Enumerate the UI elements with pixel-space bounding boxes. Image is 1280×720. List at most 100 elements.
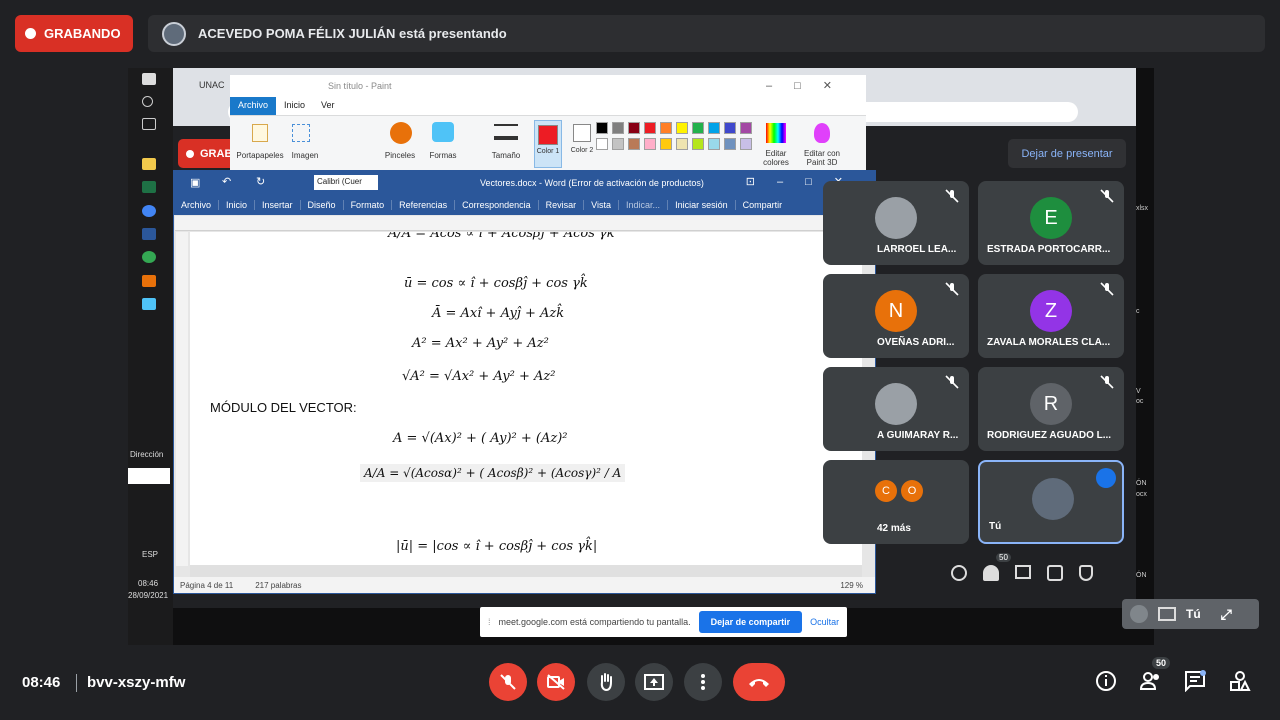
shapes-group[interactable]: Formas <box>424 151 462 160</box>
paint-tab-ver[interactable]: Ver <box>313 97 343 115</box>
inner-chat-icon[interactable] <box>1015 565 1031 579</box>
present-button[interactable] <box>635 663 673 701</box>
inner-people-icon[interactable] <box>983 565 999 581</box>
clipboard-group[interactable]: Portapapeles <box>232 151 288 160</box>
recording-dot-icon <box>25 28 36 39</box>
menu-referencias[interactable]: Referencias <box>392 200 456 210</box>
palette-swatch[interactable] <box>740 138 752 150</box>
meeting-details-button[interactable] <box>1095 670 1119 694</box>
menu-inicio[interactable]: Inicio <box>219 200 256 210</box>
participant-tile[interactable]: LARROEL LEA... <box>823 181 969 265</box>
menu-diseno[interactable]: Diseño <box>301 200 344 210</box>
palette-swatch[interactable] <box>612 138 624 150</box>
participant-tile[interactable]: O C 42 más <box>823 460 969 544</box>
task-view-icon[interactable] <box>142 118 156 130</box>
document-page[interactable]: Ā/A = Acos ∝ î + Acosβĵ + Acos γk̂ ū = c… <box>190 232 862 566</box>
window-controls[interactable]: –□✕ <box>766 79 854 92</box>
windows-start-icon[interactable] <box>142 73 156 85</box>
palette-swatch[interactable] <box>724 138 736 150</box>
participant-tile[interactable]: E ESTRADA PORTOCARR... <box>978 181 1124 265</box>
paint3d-button[interactable]: Editar con Paint 3D <box>796 149 848 167</box>
mic-off-button[interactable] <box>489 663 527 701</box>
activities-button[interactable] <box>1229 670 1253 694</box>
palette-swatch[interactable] <box>676 122 688 134</box>
participant-tile[interactable]: R RODRIGUEZ AGUADO L... <box>978 367 1124 451</box>
palette-swatch[interactable] <box>644 138 656 150</box>
menu-correspondencia[interactable]: Correspondencia <box>455 200 539 210</box>
inner-safety-icon[interactable] <box>1079 565 1093 581</box>
palette-swatch[interactable] <box>676 138 688 150</box>
palette-swatch[interactable] <box>740 122 752 134</box>
zoom-level[interactable]: 129 % <box>840 581 863 590</box>
paint-tab-inicio[interactable]: Inicio <box>276 97 313 115</box>
menu-archivo[interactable]: Archivo <box>174 200 220 210</box>
paint-tab-archivo[interactable]: Archivo <box>230 97 277 115</box>
self-cam-off-icon[interactable] <box>1158 607 1176 621</box>
participant-tile[interactable]: A GUIMARAY R... <box>823 367 969 451</box>
muted-mic-icon <box>1100 282 1114 296</box>
redo-icon[interactable]: ↻ <box>256 175 265 188</box>
menu-formato[interactable]: Formato <box>344 200 393 210</box>
color2-button[interactable]: Color 2 <box>568 120 596 168</box>
font-name-box[interactable]: Calibri (Cuer <box>314 175 378 190</box>
horizontal-scrollbar[interactable] <box>190 565 862 577</box>
inner-activities-icon[interactable] <box>1047 565 1063 581</box>
palette-swatch[interactable] <box>692 138 704 150</box>
hide-popup-button[interactable]: Ocultar <box>810 617 839 627</box>
menu-tell-me[interactable]: Indicar... <box>619 200 669 210</box>
paint-ribbon: Portapapeles Imagen Pinceles Formas Tama… <box>230 115 866 171</box>
people-button[interactable] <box>1139 670 1163 694</box>
recording-label: GRABANDO <box>44 26 121 41</box>
participant-tile[interactable]: Z ZAVALA MORALES CLA... <box>978 274 1124 358</box>
palette-swatch[interactable] <box>644 122 656 134</box>
chrome-profile-icon[interactable] <box>142 251 156 263</box>
palette-swatch[interactable] <box>612 122 624 134</box>
save-icon[interactable]: ▣ <box>190 176 200 189</box>
word-titlebar: ▣ ↶ ↻ Calibri (Cuer Vectores.docx - Word… <box>174 171 875 195</box>
image-group[interactable]: Imagen <box>288 151 322 160</box>
lang-indicator[interactable]: ESP <box>142 550 158 559</box>
chrome-tab-title[interactable]: UNAC <box>199 80 225 90</box>
palette-swatch[interactable] <box>596 138 608 150</box>
edit-colors-button[interactable]: Editar colores <box>760 149 792 167</box>
palette-swatch[interactable] <box>724 122 736 134</box>
participant-avatar: N <box>875 290 917 332</box>
menu-share-button[interactable]: Compartir <box>736 200 790 210</box>
chat-button[interactable] <box>1184 670 1208 694</box>
palette-swatch[interactable] <box>708 138 720 150</box>
app-icon[interactable] <box>142 298 156 310</box>
brushes-group[interactable]: Pinceles <box>380 151 420 160</box>
palette-swatch[interactable] <box>660 138 672 150</box>
palette-swatch[interactable] <box>596 122 608 134</box>
self-mic-off-icon[interactable] <box>1130 605 1148 623</box>
size-group[interactable]: Tamaño <box>486 151 526 160</box>
undo-icon[interactable]: ↶ <box>222 175 231 188</box>
inner-stop-presenting-button[interactable]: Dejar de presentar <box>1008 139 1126 168</box>
expand-icon[interactable]: ⤢ <box>1221 606 1232 623</box>
palette-swatch[interactable] <box>692 122 704 134</box>
word-icon[interactable] <box>142 228 156 240</box>
palette-swatch[interactable] <box>708 122 720 134</box>
menu-sign-in[interactable]: Iniciar sesión <box>668 200 736 210</box>
direction-input[interactable] <box>128 468 170 484</box>
chrome-icon[interactable] <box>142 205 156 217</box>
excel-icon[interactable] <box>142 181 156 193</box>
color1-button[interactable]: Color 1 <box>534 120 562 168</box>
palette-swatch[interactable] <box>660 122 672 134</box>
leave-call-button[interactable] <box>733 663 785 701</box>
participant-tile[interactable]: Tú <box>978 460 1124 544</box>
inner-info-icon[interactable] <box>951 565 967 581</box>
participant-tile[interactable]: N OVEÑAS ADRI... <box>823 274 969 358</box>
menu-vista[interactable]: Vista <box>584 200 620 210</box>
search-icon[interactable] <box>142 96 153 107</box>
raise-hand-button[interactable] <box>587 663 625 701</box>
paint-icon[interactable] <box>142 275 156 287</box>
menu-insertar[interactable]: Insertar <box>255 200 301 210</box>
stop-sharing-button[interactable]: Dejar de compartir <box>698 611 803 633</box>
file-explorer-icon[interactable] <box>142 158 156 170</box>
palette-swatch[interactable] <box>628 138 640 150</box>
more-options-button[interactable] <box>684 663 722 701</box>
camera-off-button[interactable] <box>537 663 575 701</box>
palette-swatch[interactable] <box>628 122 640 134</box>
menu-revisar[interactable]: Revisar <box>539 200 585 210</box>
